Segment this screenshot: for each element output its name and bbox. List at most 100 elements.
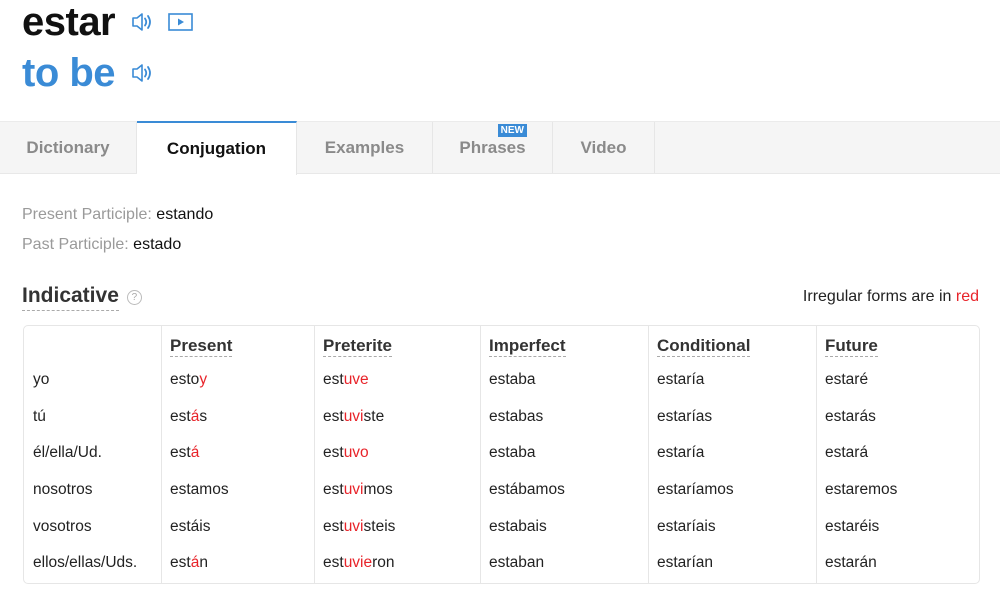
regular-segment: est bbox=[323, 407, 344, 425]
question-circle-icon[interactable]: ? bbox=[126, 290, 142, 305]
conjugation-cell: esto y bbox=[170, 362, 314, 399]
present-participle-value: estando bbox=[156, 206, 214, 223]
irregular-segment: uvo bbox=[343, 444, 369, 462]
regular-segment: mos bbox=[363, 481, 393, 499]
pronoun-cell: nosotros bbox=[33, 481, 93, 499]
regular-segment: estará bbox=[825, 444, 869, 462]
conjugation-cell: est uvi steis bbox=[323, 508, 480, 545]
irregular-segment: y bbox=[199, 371, 208, 389]
new-badge: NEW bbox=[497, 124, 527, 137]
irregular-segment: uvi bbox=[343, 407, 364, 425]
irregular-forms-note: Irregular forms are in red bbox=[803, 288, 979, 306]
conjugation-table: yo tú él/ella/Ud. nosotros vosotros ello… bbox=[23, 325, 980, 584]
regular-segment: est bbox=[170, 444, 191, 462]
conjugation-cell: estaremos bbox=[825, 472, 979, 509]
tab-label: Examples bbox=[324, 137, 405, 157]
tab-label: Video bbox=[580, 137, 627, 157]
irregular-segment: á bbox=[190, 554, 200, 572]
regular-segment: est bbox=[323, 371, 344, 389]
regular-segment: estaba bbox=[489, 371, 536, 389]
irregular-segment: á bbox=[190, 444, 200, 462]
conjugation-cell: estaríais bbox=[657, 508, 816, 545]
conjugation-cell: estaríamos bbox=[657, 472, 816, 509]
note-highlight: red bbox=[955, 288, 979, 305]
tense-header[interactable]: Imperfect bbox=[489, 336, 566, 357]
regular-segment: estaríais bbox=[657, 517, 716, 535]
tab-label: Conjugation bbox=[166, 139, 267, 158]
irregular-segment: uvi bbox=[343, 517, 364, 535]
regular-segment: s bbox=[199, 407, 208, 425]
irregular-segment: uvie bbox=[343, 554, 373, 572]
regular-segment: estarían bbox=[657, 554, 714, 572]
pronoun-cell: vosotros bbox=[33, 517, 92, 535]
tab-phrases[interactable]: NEW Phrases bbox=[433, 122, 553, 173]
irregular-segment: á bbox=[190, 407, 200, 425]
tab-label: Dictionary bbox=[26, 137, 110, 157]
conjugation-cell: est á bbox=[170, 435, 314, 472]
conjugation-cell: estarían bbox=[657, 545, 816, 582]
conjugation-cell: estabas bbox=[489, 399, 648, 436]
column-header: Conditional bbox=[657, 336, 816, 362]
conjugation-cell: estarán bbox=[825, 545, 979, 582]
tense-header[interactable]: Future bbox=[825, 336, 878, 357]
regular-segment: esto bbox=[170, 371, 200, 389]
headword: estar bbox=[22, 0, 116, 44]
present-column: Present esto y est á s est á estamos estáis est á n bbox=[162, 326, 315, 583]
conjugation-cell: estarías bbox=[657, 399, 816, 436]
conjugation-cell: est á s bbox=[170, 399, 314, 436]
speaker-icon[interactable] bbox=[129, 10, 155, 34]
tab-examples[interactable]: Examples bbox=[297, 122, 433, 173]
conjugation-cell: estaban bbox=[489, 545, 648, 582]
preterite-column: Preterite est uve est uvi ste est uvo est uvi mos e… bbox=[315, 326, 481, 583]
conjugation-cell: estaba bbox=[489, 362, 648, 399]
section-heading: Indicative ? bbox=[22, 284, 142, 311]
regular-segment: estaría bbox=[657, 371, 705, 389]
past-participle: Past Participle: estado bbox=[22, 236, 181, 254]
conjugation-cell: estaréis bbox=[825, 508, 979, 545]
regular-segment: estaba bbox=[489, 444, 536, 462]
conjugation-cell: estarás bbox=[825, 399, 979, 436]
regular-segment: n bbox=[199, 554, 208, 572]
conditional-column: Conditional estaría estarías estaría estaría… bbox=[649, 326, 817, 583]
tab-video[interactable]: Video bbox=[553, 122, 655, 173]
section-title[interactable]: Indicative bbox=[22, 284, 119, 311]
pronoun-cell: yo bbox=[33, 371, 50, 389]
conjugation-cell: estaría bbox=[657, 362, 816, 399]
speaker-icon[interactable] bbox=[129, 61, 155, 85]
conjugation-cell: estaba bbox=[489, 435, 648, 472]
pronoun-cell: él/ella/Ud. bbox=[33, 444, 102, 462]
play-video-icon[interactable] bbox=[167, 11, 193, 33]
regular-segment: estabais bbox=[489, 517, 547, 535]
pronoun-column: yo tú él/ella/Ud. nosotros vosotros ello… bbox=[24, 326, 162, 583]
tab-conjugation[interactable]: Conjugation bbox=[137, 121, 297, 175]
conjugation-cell: estamos bbox=[170, 472, 314, 509]
tense-header[interactable]: Conditional bbox=[657, 336, 751, 357]
regular-segment: estarán bbox=[825, 554, 877, 572]
regular-segment: estáis bbox=[170, 517, 211, 535]
conjugation-cell: est á n bbox=[170, 545, 314, 582]
tense-header[interactable]: Preterite bbox=[323, 336, 392, 357]
conjugation-cell: est uve bbox=[323, 362, 480, 399]
tab-dictionary[interactable]: Dictionary bbox=[0, 122, 137, 173]
regular-segment: estaban bbox=[489, 554, 545, 572]
present-participle: Present Participle: estando bbox=[22, 206, 213, 224]
pronoun-cell: ellos/ellas/Uds. bbox=[33, 554, 138, 572]
pronoun-cell: tú bbox=[33, 407, 46, 425]
column-header: Future bbox=[825, 336, 979, 362]
irregular-segment: uvi bbox=[343, 481, 364, 499]
conjugation-cell: est uvie ron bbox=[323, 545, 480, 582]
conjugation-cell: estábamos bbox=[489, 472, 648, 509]
regular-segment: estarás bbox=[825, 407, 876, 425]
note-text: Irregular forms are in bbox=[802, 288, 952, 305]
regular-segment: est bbox=[323, 517, 344, 535]
regular-segment: estabas bbox=[489, 407, 544, 425]
tense-header[interactable]: Present bbox=[170, 336, 233, 357]
conjugation-cell: estaría bbox=[657, 435, 816, 472]
regular-segment: estarías bbox=[657, 407, 713, 425]
conjugation-cell: estabais bbox=[489, 508, 648, 545]
column-header-empty bbox=[33, 336, 161, 362]
regular-segment: estaré bbox=[825, 371, 869, 389]
regular-segment: estaría bbox=[657, 444, 705, 462]
column-header: Present bbox=[170, 336, 314, 362]
regular-segment: ste bbox=[363, 407, 385, 425]
